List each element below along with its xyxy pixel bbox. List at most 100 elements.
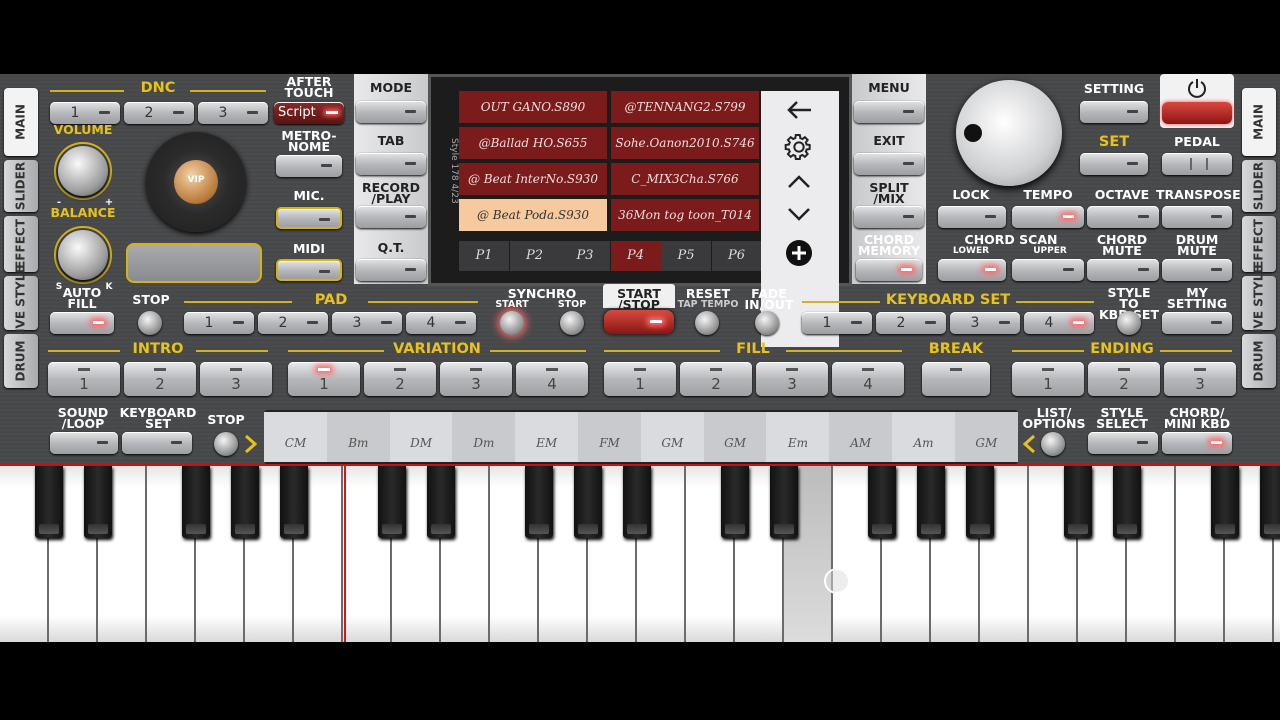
chord-cell[interactable]: AM [829,412,893,462]
variation-button-3[interactable]: 3 [440,362,512,396]
song-item[interactable]: Sohe.Oanon2010.S746 [611,127,759,159]
song-item[interactable]: C_MIX3Cha.S766 [611,163,759,195]
chord-cell[interactable]: Bm [326,412,390,462]
intro-button-1[interactable]: 1 [48,362,120,396]
volume-knob[interactable] [58,146,108,196]
chord-cell[interactable]: Am [892,412,955,462]
black-key[interactable] [378,466,406,538]
transpose-button[interactable] [1162,206,1232,228]
mode-button[interactable] [356,101,426,123]
start-stop-button[interactable] [604,310,674,334]
black-key[interactable] [1260,466,1280,538]
chord-cell[interactable]: EM [515,412,579,462]
pad-button-3[interactable]: 3 [332,312,402,334]
pad-button-4[interactable]: 4 [406,312,476,334]
gear-icon[interactable] [783,131,815,163]
chord-cell[interactable]: CM [264,412,327,462]
chord-scan-upper-button[interactable] [1012,259,1084,281]
black-key[interactable] [182,466,210,538]
reset-knob[interactable] [695,311,719,335]
song-item[interactable]: @TENNANG2.S799 [611,91,759,123]
black-key[interactable] [868,466,896,538]
fill-button-2[interactable]: 2 [680,362,752,396]
side-tab-effect[interactable]: EFFECT [1242,216,1276,272]
tempo-button[interactable] [1012,206,1084,228]
variation-button-2[interactable]: 2 [364,362,436,396]
setting-button[interactable] [1080,101,1148,123]
song-item[interactable]: 36Mon tog toon_T014 [611,199,759,231]
song-item[interactable]: OUT GANO.S890 [459,91,607,123]
keyboard-set-button-3[interactable]: 3 [950,312,1020,334]
keyboard-set-button[interactable] [122,432,192,454]
chord-cell[interactable]: GM [640,412,704,462]
side-tab-slider[interactable]: SLIDER [1242,160,1276,212]
synchro-stop-knob[interactable] [560,311,584,335]
black-key[interactable] [35,466,63,538]
ending-button-1[interactable]: 1 [1012,362,1084,396]
keyboard-set-button-4[interactable]: 4 [1024,312,1094,334]
song-item[interactable]: @ Beat InterNo.S930 [459,163,607,195]
pad-stop-knob[interactable] [138,311,162,335]
side-tab-live-style[interactable]: LIVE STYLE [1242,265,1276,341]
script-button[interactable]: Script [274,102,344,124]
tab-button[interactable] [356,153,426,175]
black-key[interactable] [966,466,994,538]
octave-button[interactable] [1087,206,1159,228]
variation-button-4[interactable]: 4 [516,362,588,396]
power-icon[interactable] [1186,77,1208,99]
chord-cell[interactable]: Em [766,412,830,462]
chord-stop-knob[interactable] [214,432,238,456]
synchro-start-knob[interactable] [500,311,524,335]
black-key[interactable] [1064,466,1092,538]
sound-loop-button[interactable] [50,432,118,454]
style-to-kbd-knob[interactable] [1117,311,1141,335]
ending-button-3[interactable]: 3 [1164,362,1236,396]
black-key[interactable] [84,466,112,538]
style-select-button[interactable] [1088,432,1158,454]
side-tab-drum[interactable]: DRUM [1242,334,1276,388]
keyboard-set-button-1[interactable]: 1 [802,312,872,334]
side-tab-slider[interactable]: SLIDER [4,160,38,212]
chord-cell[interactable]: Dm [452,412,516,462]
black-key[interactable] [280,466,308,538]
lock-button[interactable] [938,206,1006,228]
fill-button-4[interactable]: 4 [832,362,904,396]
black-key[interactable] [721,466,749,538]
pad-button-1[interactable]: 1 [184,312,254,334]
side-tab-effect[interactable]: EFFECT [4,216,38,272]
balance-knob[interactable] [58,230,108,280]
page-tab-p2[interactable]: P2 [509,241,560,271]
vip-icon[interactable]: VIP [174,160,218,204]
black-key[interactable] [574,466,602,538]
song-item[interactable]: @ Beat Poda.S930 [459,199,607,231]
drum-mute-button[interactable] [1162,259,1232,281]
song-item[interactable]: @Ballad HO.S655 [459,127,607,159]
display-slot[interactable] [126,243,262,283]
dnc-button-3[interactable]: 3 [198,102,268,124]
power-button[interactable] [1162,102,1232,124]
split-mix-button[interactable] [854,206,924,228]
dnc-button-2[interactable]: 2 [124,102,194,124]
chord-memory-button[interactable] [856,259,922,281]
chord-cell[interactable]: GM [703,412,767,462]
black-key[interactable] [231,466,259,538]
my-setting-button[interactable] [1162,312,1232,334]
black-key[interactable] [1211,466,1239,538]
black-key[interactable] [623,466,651,538]
keyboard-set-button-2[interactable]: 2 [876,312,946,334]
exit-button[interactable] [854,153,924,175]
chord-scan-lower-button[interactable] [938,259,1006,281]
chord-mute-button[interactable] [1087,259,1159,281]
midi-button[interactable] [276,259,342,281]
qt-button[interactable] [356,259,426,281]
ending-button-2[interactable]: 2 [1088,362,1160,396]
page-tab-p3[interactable]: P3 [560,241,610,271]
side-tab-main[interactable]: MAIN [4,88,38,156]
tempo-dial[interactable] [956,80,1062,186]
pedal-button[interactable] [1162,153,1232,175]
chord-cell[interactable]: FM [578,412,641,462]
page-tab-p4[interactable]: P4 [610,241,661,271]
page-tab-p6[interactable]: P6 [711,241,762,271]
side-tab-live-style[interactable]: LIVE STYLE [4,265,38,341]
page-tab-p1[interactable]: P1 [459,241,509,271]
